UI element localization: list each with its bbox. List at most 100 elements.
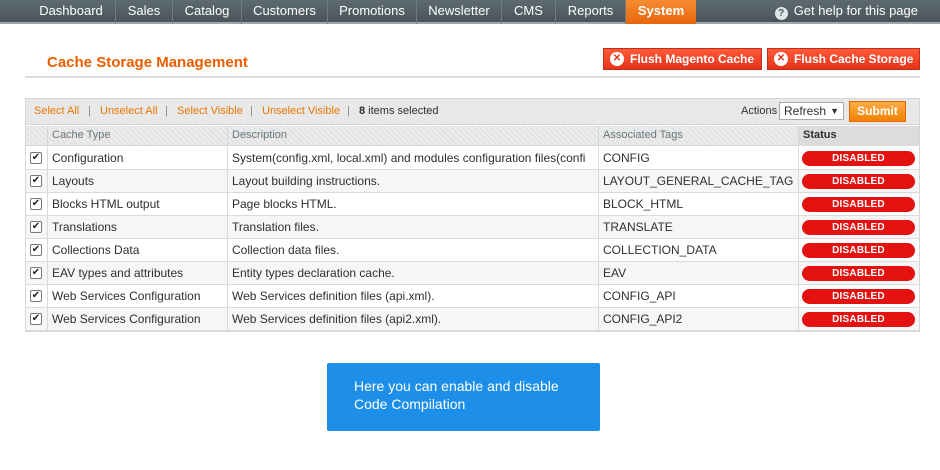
cell-cache-type: Web Services Configuration	[48, 308, 228, 330]
status-badge: DISABLED	[802, 197, 915, 212]
cell-description: Page blocks HTML.	[228, 193, 599, 215]
table-row[interactable]: ✔ Layouts Layout building instructions. LAY…	[26, 170, 919, 193]
row-checkbox[interactable]: ✔	[30, 290, 42, 302]
submit-button[interactable]: Submit	[849, 101, 906, 122]
cell-associated-tags: CONFIG_API2	[599, 308, 799, 330]
table-row[interactable]: ✔ EAV types and attributes Entity types de…	[26, 262, 919, 285]
tooltip-line-1: Here you can enable and disable	[354, 378, 559, 394]
select-all-link[interactable]: Select All	[34, 105, 79, 117]
header-checkbox-column	[26, 126, 48, 146]
row-checkbox-cell: ✔	[26, 216, 48, 238]
tooltip-code-compilation: Here you can enable and disable Code Com…	[327, 363, 600, 431]
actions-label: Actions	[741, 105, 778, 117]
help-label: Get help for this page	[793, 3, 918, 18]
nav-catalog[interactable]: Catalog	[173, 0, 242, 24]
cell-cache-type: Blocks HTML output	[48, 193, 228, 215]
top-navigation: Dashboard Sales Catalog Customers Promot…	[0, 0, 940, 24]
tooltip-line-2: Code Compilation	[354, 396, 466, 412]
nav-customers[interactable]: Customers	[242, 0, 328, 24]
close-circle-icon: ✕	[774, 52, 788, 66]
table-row[interactable]: ✔ Translations Translation files. TRANSLATE…	[26, 216, 919, 239]
status-badge: DISABLED	[802, 289, 915, 304]
row-checkbox[interactable]: ✔	[30, 152, 42, 164]
row-checkbox[interactable]: ✔	[30, 267, 42, 279]
table-row[interactable]: ✔ Web Services Configuration Web Services …	[26, 308, 919, 331]
actions-select-value: Refresh	[784, 104, 827, 118]
title-divider	[25, 76, 920, 78]
cell-cache-type: Layouts	[48, 170, 228, 192]
cache-grid: Select All | Unselect All | Select Visib…	[25, 98, 920, 332]
status-badge: DISABLED	[802, 243, 915, 258]
cell-cache-type: Configuration	[48, 147, 228, 169]
cell-associated-tags: EAV	[599, 262, 799, 284]
cell-description: Layout building instructions.	[228, 170, 599, 192]
close-circle-icon: ✕	[610, 52, 624, 66]
status-badge: DISABLED	[802, 174, 915, 189]
status-badge: DISABLED	[802, 266, 915, 281]
flush-cache-storage-button[interactable]: ✕ Flush Cache Storage	[767, 48, 920, 70]
cell-associated-tags: LAYOUT_GENERAL_CACHE_TAG	[599, 170, 799, 192]
cell-cache-type: EAV types and attributes	[48, 262, 228, 284]
status-badge: DISABLED	[802, 312, 915, 327]
column-status[interactable]: Status	[799, 126, 919, 146]
cell-associated-tags: CONFIG	[599, 147, 799, 169]
row-checkbox[interactable]: ✔	[30, 198, 42, 210]
help-link[interactable]: ? Get help for this page	[774, 0, 918, 24]
cell-description: Web Services definition files (api.xml).	[228, 285, 599, 307]
row-checkbox-cell: ✔	[26, 262, 48, 284]
nav-sales[interactable]: Sales	[116, 0, 173, 24]
row-checkbox-cell: ✔	[26, 239, 48, 261]
cell-cache-type: Collections Data	[48, 239, 228, 261]
table-row[interactable]: ✔ Configuration System(config.xml, local.x…	[26, 147, 919, 170]
massaction-bar: Select All | Unselect All | Select Visib…	[26, 99, 919, 125]
cell-description: System(config.xml, local.xml) and module…	[228, 147, 599, 169]
unselect-visible-link[interactable]: Unselect Visible	[262, 105, 340, 117]
cell-description: Translation files.	[228, 216, 599, 238]
page-title: Cache Storage Management	[47, 54, 248, 71]
cell-cache-type: Translations	[48, 216, 228, 238]
separator: |	[165, 105, 168, 117]
unselect-all-link[interactable]: Unselect All	[100, 105, 157, 117]
row-checkbox-cell: ✔	[26, 170, 48, 192]
table-header: Cache Type Description Associated Tags S…	[26, 126, 919, 146]
nav-reports[interactable]: Reports	[556, 0, 626, 24]
row-checkbox[interactable]: ✔	[30, 175, 42, 187]
flush-magento-cache-label: Flush Magento Cache	[630, 52, 755, 66]
cell-associated-tags: COLLECTION_DATA	[599, 239, 799, 261]
table-row[interactable]: ✔ Blocks HTML output Page blocks HTML. BLOC…	[26, 193, 919, 216]
column-associated-tags[interactable]: Associated Tags	[599, 126, 799, 146]
status-badge: DISABLED	[802, 220, 915, 235]
cell-description: Web Services definition files (api2.xml)…	[228, 308, 599, 330]
column-description[interactable]: Description	[228, 126, 599, 146]
table-row[interactable]: ✔ Web Services Configuration Web Services …	[26, 285, 919, 308]
row-checkbox-cell: ✔	[26, 285, 48, 307]
flush-magento-cache-button[interactable]: ✕ Flush Magento Cache	[603, 48, 762, 70]
row-checkbox-cell: ✔	[26, 147, 48, 169]
cell-associated-tags: TRANSLATE	[599, 216, 799, 238]
chevron-down-icon: ▼	[830, 106, 839, 116]
cell-associated-tags: BLOCK_HTML	[599, 193, 799, 215]
status-badge: DISABLED	[802, 151, 915, 166]
nav-cms[interactable]: CMS	[502, 0, 556, 24]
cell-cache-type: Web Services Configuration	[48, 285, 228, 307]
column-cache-type[interactable]: Cache Type	[48, 126, 228, 146]
nav-dashboard[interactable]: Dashboard	[27, 0, 116, 24]
row-checkbox[interactable]: ✔	[30, 313, 42, 325]
select-visible-link[interactable]: Select Visible	[177, 105, 243, 117]
row-checkbox-cell: ✔	[26, 308, 48, 330]
separator: |	[250, 105, 253, 117]
table-row[interactable]: ✔ Collections Data Collection data files. C…	[26, 239, 919, 262]
actions-select[interactable]: Refresh ▼	[779, 102, 844, 120]
selected-count-suffix: items selected	[365, 105, 439, 117]
cell-description: Collection data files.	[228, 239, 599, 261]
flush-cache-storage-label: Flush Cache Storage	[794, 52, 914, 66]
selected-count: 8 items selected	[359, 105, 439, 117]
nav-system[interactable]: System	[626, 0, 696, 24]
row-checkbox-cell: ✔	[26, 193, 48, 215]
row-checkbox[interactable]: ✔	[30, 244, 42, 256]
separator: |	[347, 105, 350, 117]
nav-newsletter[interactable]: Newsletter	[417, 0, 502, 24]
help-circle-icon: ?	[774, 7, 788, 20]
row-checkbox[interactable]: ✔	[30, 221, 42, 233]
nav-promotions[interactable]: Promotions	[328, 0, 417, 24]
